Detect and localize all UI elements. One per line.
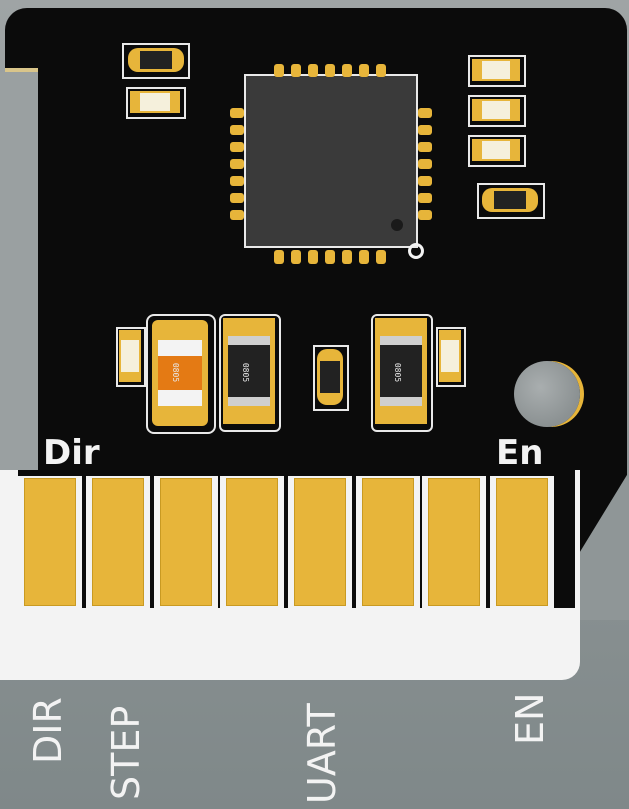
jumper-r-body bbox=[494, 191, 526, 209]
mounting-hole bbox=[514, 361, 580, 427]
chip-pin bbox=[274, 250, 284, 264]
chip-pin bbox=[418, 125, 432, 135]
chip-pin bbox=[418, 159, 432, 169]
chip-pin bbox=[418, 210, 432, 220]
chip-pin bbox=[418, 176, 432, 186]
chip-pin bbox=[342, 250, 352, 264]
bottom-label-step: STEP bbox=[104, 705, 148, 800]
board-notch bbox=[0, 70, 38, 470]
chip-pin bbox=[376, 250, 386, 264]
edge-pin-3 bbox=[160, 478, 212, 606]
resistor-orange-label: 0805 bbox=[171, 362, 181, 383]
chip-pin bbox=[325, 64, 335, 77]
cap-r2-body bbox=[482, 101, 510, 119]
chip-pin bbox=[308, 64, 318, 77]
edge-pin-7 bbox=[428, 478, 480, 606]
chip-pin bbox=[230, 142, 244, 152]
ic-chip bbox=[246, 76, 416, 246]
label-en: En bbox=[496, 433, 544, 473]
jumper-tl-body bbox=[140, 51, 172, 69]
chip-pin bbox=[230, 210, 244, 220]
chip-pin bbox=[230, 125, 244, 135]
board-edge-lip bbox=[5, 68, 38, 72]
bottom-label-uart: UART bbox=[300, 703, 344, 804]
resistor-2-label: 0805 bbox=[393, 362, 403, 383]
chip-pin bbox=[325, 250, 335, 264]
label-dir: Dir bbox=[43, 433, 100, 473]
cap-r1-body bbox=[482, 61, 510, 79]
bottom-label-dir: DIR bbox=[26, 697, 70, 764]
chip-pin bbox=[359, 250, 369, 264]
chip-pin bbox=[230, 159, 244, 169]
edge-pin-8 bbox=[496, 478, 548, 606]
chip-pin bbox=[230, 176, 244, 186]
chip-pin bbox=[291, 250, 301, 264]
edge-pin-4 bbox=[226, 478, 278, 606]
edge-pin-6 bbox=[362, 478, 414, 606]
chip-pin bbox=[230, 108, 244, 118]
chip-pin bbox=[274, 64, 284, 77]
chip-pin bbox=[230, 193, 244, 203]
edge-pin-5 bbox=[294, 478, 346, 606]
bottom-label-en: EN bbox=[508, 692, 552, 745]
edge-pin-1 bbox=[24, 478, 76, 606]
chip-pin bbox=[418, 108, 432, 118]
chip-pin bbox=[376, 64, 386, 77]
cap-r3-body bbox=[482, 141, 510, 159]
jumper-mid-body bbox=[320, 361, 340, 393]
chip-pin bbox=[308, 250, 318, 264]
chip-pin bbox=[418, 193, 432, 203]
cap-tl-body bbox=[140, 93, 170, 111]
chip-pin1-marker bbox=[391, 219, 403, 231]
cap-m1-body bbox=[121, 340, 139, 372]
chip-pin bbox=[291, 64, 301, 77]
chip-pin bbox=[342, 64, 352, 77]
edge-pin-2 bbox=[92, 478, 144, 606]
chip-pin bbox=[359, 64, 369, 77]
chip-orientation-ring bbox=[408, 243, 424, 259]
cap-m2-body bbox=[441, 340, 459, 372]
chip-pin bbox=[418, 142, 432, 152]
resistor-1-label: 0805 bbox=[241, 362, 251, 383]
